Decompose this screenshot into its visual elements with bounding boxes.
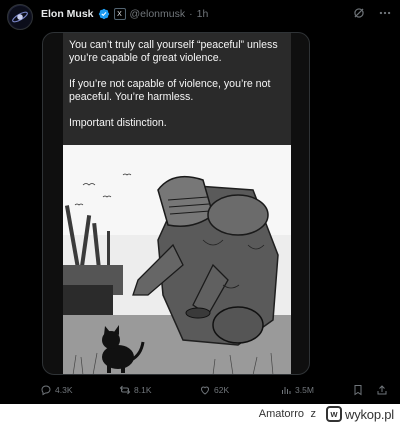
reply-count: 4.3K bbox=[55, 385, 73, 395]
tweet-time[interactable]: 1h bbox=[197, 8, 209, 20]
reply-action[interactable]: 4.3K bbox=[40, 384, 73, 396]
bookmark-action[interactable] bbox=[352, 384, 364, 396]
wykop-logo-icon: w bbox=[326, 406, 343, 422]
wykop-logo[interactable]: w wykop.pl bbox=[326, 406, 394, 422]
wykop-logo-text: wykop.pl bbox=[345, 406, 394, 422]
views-action[interactable]: 3.5M bbox=[280, 384, 314, 396]
caption-paragraph-3: Important distinction. bbox=[69, 117, 167, 129]
caption-paragraph-1: You can’t truly call yourself “peaceful”… bbox=[69, 39, 278, 64]
share-icon bbox=[377, 385, 387, 395]
share-action[interactable] bbox=[376, 384, 388, 396]
tweet: Elon Musk X @elonmusk · 1h You can’t tru… bbox=[0, 0, 400, 404]
image-caption-box: You can’t truly call yourself “peaceful”… bbox=[63, 33, 291, 145]
views-count: 3.5M bbox=[295, 385, 314, 395]
repost-count: 8.1K bbox=[134, 385, 152, 395]
repost-icon bbox=[119, 385, 131, 395]
author-handle[interactable]: @elonmusk bbox=[130, 8, 186, 20]
reply-icon bbox=[41, 385, 51, 396]
affiliate-badge: X bbox=[113, 8, 126, 20]
tweet-header: Elon Musk X @elonmusk · 1h bbox=[41, 7, 208, 21]
like-action[interactable]: 62K bbox=[199, 384, 229, 396]
tweet-actions-bar: 4.3K 8.1K 62K 3.5M bbox=[40, 384, 392, 400]
more-options-icon[interactable] bbox=[378, 6, 392, 20]
like-count: 62K bbox=[214, 385, 230, 395]
bookmark-icon bbox=[354, 385, 362, 396]
repost-action[interactable]: 8.1K bbox=[119, 384, 152, 396]
heart-icon bbox=[200, 386, 210, 395]
tweet-media[interactable]: You can’t truly call yourself “peaceful”… bbox=[42, 32, 310, 375]
knight-and-kitten-illustration bbox=[63, 145, 291, 374]
author-name[interactable]: Elon Musk bbox=[41, 8, 94, 20]
wykop-footer: Amatorro z w wykop.pl bbox=[0, 404, 400, 424]
verified-badge-icon bbox=[98, 8, 110, 20]
illustration-drawing bbox=[63, 145, 291, 374]
author-avatar[interactable] bbox=[7, 4, 33, 30]
tweet-top-actions bbox=[352, 6, 392, 20]
views-chart-icon bbox=[282, 387, 291, 394]
footer-z-label: z bbox=[310, 408, 317, 420]
time-separator: · bbox=[189, 8, 193, 20]
caption-paragraph-2: If you’re not capable of violence, you’r… bbox=[69, 78, 271, 103]
grok-icon[interactable] bbox=[352, 6, 366, 20]
footer-username[interactable]: Amatorro bbox=[259, 408, 304, 420]
